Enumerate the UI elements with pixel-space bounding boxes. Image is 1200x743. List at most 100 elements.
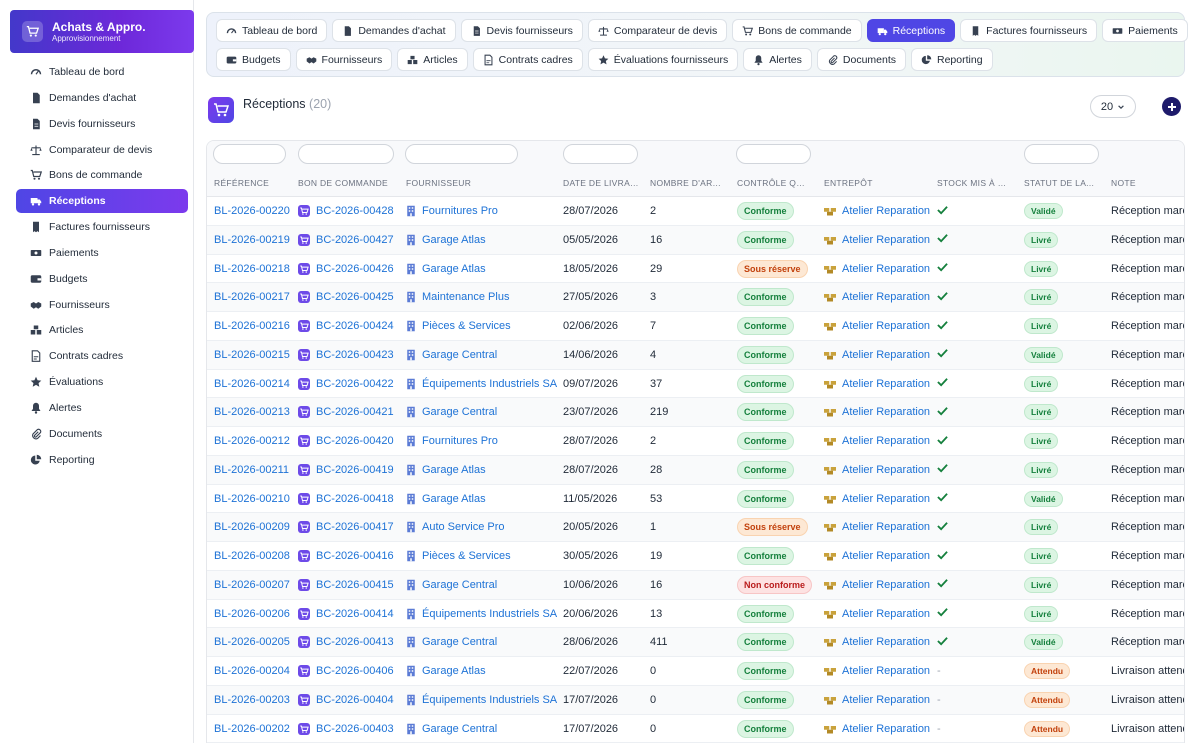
bon-commande-link[interactable]: BC-2026-00406 [316, 665, 394, 677]
tab-demandes-d-achat[interactable]: Demandes d'achat [332, 19, 456, 42]
sidebar-item-bons-de-commande[interactable]: Bons de commande [16, 163, 188, 187]
warehouse-link[interactable]: Atelier Reparation [842, 234, 930, 246]
sidebar-item-documents[interactable]: Documents [16, 422, 188, 446]
supplier-link[interactable]: Garage Atlas [422, 493, 486, 505]
table-row[interactable]: BL-2026-00204 BC-2026-00406 Garage Atlas 22… [207, 657, 1184, 686]
sidebar-item-alertes[interactable]: Alertes [16, 396, 188, 420]
column-header[interactable]: RÉFÉRENCE [214, 178, 286, 188]
column-header[interactable]: NOTE [1111, 178, 1183, 188]
tab-articles[interactable]: Articles [397, 48, 468, 71]
tab-bons-de-commande[interactable]: Bons de commande [732, 19, 862, 42]
tab-evaluations-fournisseurs[interactable]: Évaluations fournisseurs [587, 48, 739, 71]
warehouse-link[interactable]: Atelier Reparation [842, 579, 930, 591]
reference-link[interactable]: BL-2026-00203 [214, 694, 290, 706]
filter-reference[interactable] [213, 144, 286, 164]
sidebar-item-factures-fournisseurs[interactable]: Factures fournisseurs [16, 215, 188, 239]
bon-commande-link[interactable]: BC-2026-00420 [316, 435, 394, 447]
warehouse-link[interactable]: Atelier Reparation [842, 694, 930, 706]
warehouse-link[interactable]: Atelier Reparation [842, 349, 930, 361]
column-header[interactable]: NOMBRE D'ARTICLES [650, 178, 722, 188]
supplier-link[interactable]: Garage Central [422, 406, 497, 418]
reference-link[interactable]: BL-2026-00220 [214, 205, 290, 217]
tab-tableau-de-bord[interactable]: Tableau de bord [216, 19, 328, 42]
bon-commande-link[interactable]: BC-2026-00425 [316, 291, 394, 303]
table-row[interactable]: BL-2026-00212 BC-2026-00420 Fournitures Pr… [207, 427, 1184, 456]
tab-documents[interactable]: Documents [816, 48, 906, 71]
reference-link[interactable]: BL-2026-00212 [214, 435, 290, 447]
sidebar-item-tableau-de-bord[interactable]: Tableau de bord [16, 60, 188, 84]
column-header[interactable]: FOURNISSEUR [406, 178, 553, 188]
warehouse-link[interactable]: Atelier Reparation [842, 608, 930, 620]
bon-commande-link[interactable]: BC-2026-00427 [316, 234, 394, 246]
reference-link[interactable]: BL-2026-00213 [214, 406, 290, 418]
bon-commande-link[interactable]: BC-2026-00421 [316, 406, 394, 418]
bon-commande-link[interactable]: BC-2026-00416 [316, 550, 394, 562]
tab-comparateur-de-devis[interactable]: Comparateur de devis [587, 19, 728, 42]
warehouse-link[interactable]: Atelier Reparation [842, 320, 930, 332]
warehouse-link[interactable]: Atelier Reparation [842, 406, 930, 418]
sidebar-item-receptions[interactable]: Réceptions [16, 189, 188, 214]
sidebar-item-comparateur-de-devis[interactable]: Comparateur de devis [16, 138, 188, 162]
supplier-link[interactable]: Garage Central [422, 579, 497, 591]
warehouse-link[interactable]: Atelier Reparation [842, 493, 930, 505]
tab-factures-fournisseurs[interactable]: Factures fournisseurs [960, 19, 1098, 42]
table-row[interactable]: BL-2026-00208 BC-2026-00416 Pièces & Servi… [207, 542, 1184, 571]
warehouse-link[interactable]: Atelier Reparation [842, 723, 930, 735]
table-row[interactable]: BL-2026-00218 BC-2026-00426 Garage Atlas 18… [207, 255, 1184, 284]
sidebar-item-evaluations[interactable]: Évaluations [16, 370, 188, 394]
reference-link[interactable]: BL-2026-00211 [214, 464, 289, 476]
filter-bon-commande[interactable] [298, 144, 394, 164]
sidebar-item-devis-fournisseurs[interactable]: Devis fournisseurs [16, 112, 188, 136]
warehouse-link[interactable]: Atelier Reparation [842, 665, 930, 677]
column-header[interactable]: STATUT DE LA LIVRAISON [1024, 178, 1096, 188]
tab-alertes[interactable]: Alertes [743, 48, 812, 71]
reference-link[interactable]: BL-2026-00206 [214, 608, 290, 620]
table-row[interactable]: BL-2026-00219 BC-2026-00427 Garage Atlas 05… [207, 225, 1184, 255]
reference-link[interactable]: BL-2026-00210 [214, 493, 290, 505]
supplier-link[interactable]: Pièces & Services [422, 550, 511, 562]
filter-statut[interactable] [1024, 144, 1099, 164]
supplier-link[interactable]: Fournitures Pro [422, 435, 498, 447]
reference-link[interactable]: BL-2026-00219 [214, 234, 290, 246]
bon-commande-link[interactable]: BC-2026-00404 [316, 694, 394, 706]
bon-commande-link[interactable]: BC-2026-00415 [316, 579, 394, 591]
tab-budgets[interactable]: Budgets [216, 48, 291, 71]
reference-link[interactable]: BL-2026-00215 [214, 349, 290, 361]
supplier-link[interactable]: Garage Central [422, 723, 497, 735]
reference-link[interactable]: BL-2026-00209 [214, 521, 290, 533]
supplier-link[interactable]: Garage Atlas [422, 665, 486, 677]
warehouse-link[interactable]: Atelier Reparation [842, 636, 930, 648]
table-row[interactable]: BL-2026-00214 BC-2026-00422 Équipements In… [207, 370, 1184, 399]
bon-commande-link[interactable]: BC-2026-00419 [316, 464, 394, 476]
bon-commande-link[interactable]: BC-2026-00413 [316, 636, 394, 648]
table-row[interactable]: BL-2026-00209 BC-2026-00417 Auto Service P… [207, 513, 1184, 542]
filter-controle-qualite[interactable] [736, 144, 811, 164]
filter-date[interactable] [563, 144, 638, 164]
reference-link[interactable]: BL-2026-00216 [214, 320, 290, 332]
warehouse-link[interactable]: Atelier Reparation [842, 464, 930, 476]
bon-commande-link[interactable]: BC-2026-00428 [316, 205, 394, 217]
sidebar-item-articles[interactable]: Articles [16, 318, 188, 342]
table-row[interactable]: BL-2026-00206 BC-2026-00414 Équipements In… [207, 600, 1184, 629]
reference-link[interactable]: BL-2026-00204 [214, 665, 290, 677]
table-row[interactable]: BL-2026-00207 BC-2026-00415 Garage Central… [207, 570, 1184, 600]
table-row[interactable]: BL-2026-00215 BC-2026-00423 Garage Central… [207, 340, 1184, 370]
supplier-link[interactable]: Auto Service Pro [422, 521, 505, 533]
bon-commande-link[interactable]: BC-2026-00418 [316, 493, 394, 505]
tab-devis-fournisseurs[interactable]: Devis fournisseurs [460, 19, 583, 42]
supplier-link[interactable]: Garage Atlas [422, 263, 486, 275]
reference-link[interactable]: BL-2026-00205 [214, 636, 290, 648]
tab-paiements[interactable]: Paiements [1102, 19, 1188, 42]
supplier-link[interactable]: Garage Atlas [422, 234, 486, 246]
tab-receptions[interactable]: Réceptions [866, 19, 956, 42]
warehouse-link[interactable]: Atelier Reparation [842, 378, 930, 390]
warehouse-link[interactable]: Atelier Reparation [842, 435, 930, 447]
warehouse-link[interactable]: Atelier Reparation [842, 291, 930, 303]
supplier-link[interactable]: Maintenance Plus [422, 291, 509, 303]
warehouse-link[interactable]: Atelier Reparation [842, 550, 930, 562]
sidebar-item-budgets[interactable]: Budgets [16, 267, 188, 291]
reference-link[interactable]: BL-2026-00208 [214, 550, 290, 562]
table-row[interactable]: BL-2026-00216 BC-2026-00424 Pièces & Servi… [207, 312, 1184, 341]
warehouse-link[interactable]: Atelier Reparation [842, 263, 930, 275]
bon-commande-link[interactable]: BC-2026-00414 [316, 608, 394, 620]
